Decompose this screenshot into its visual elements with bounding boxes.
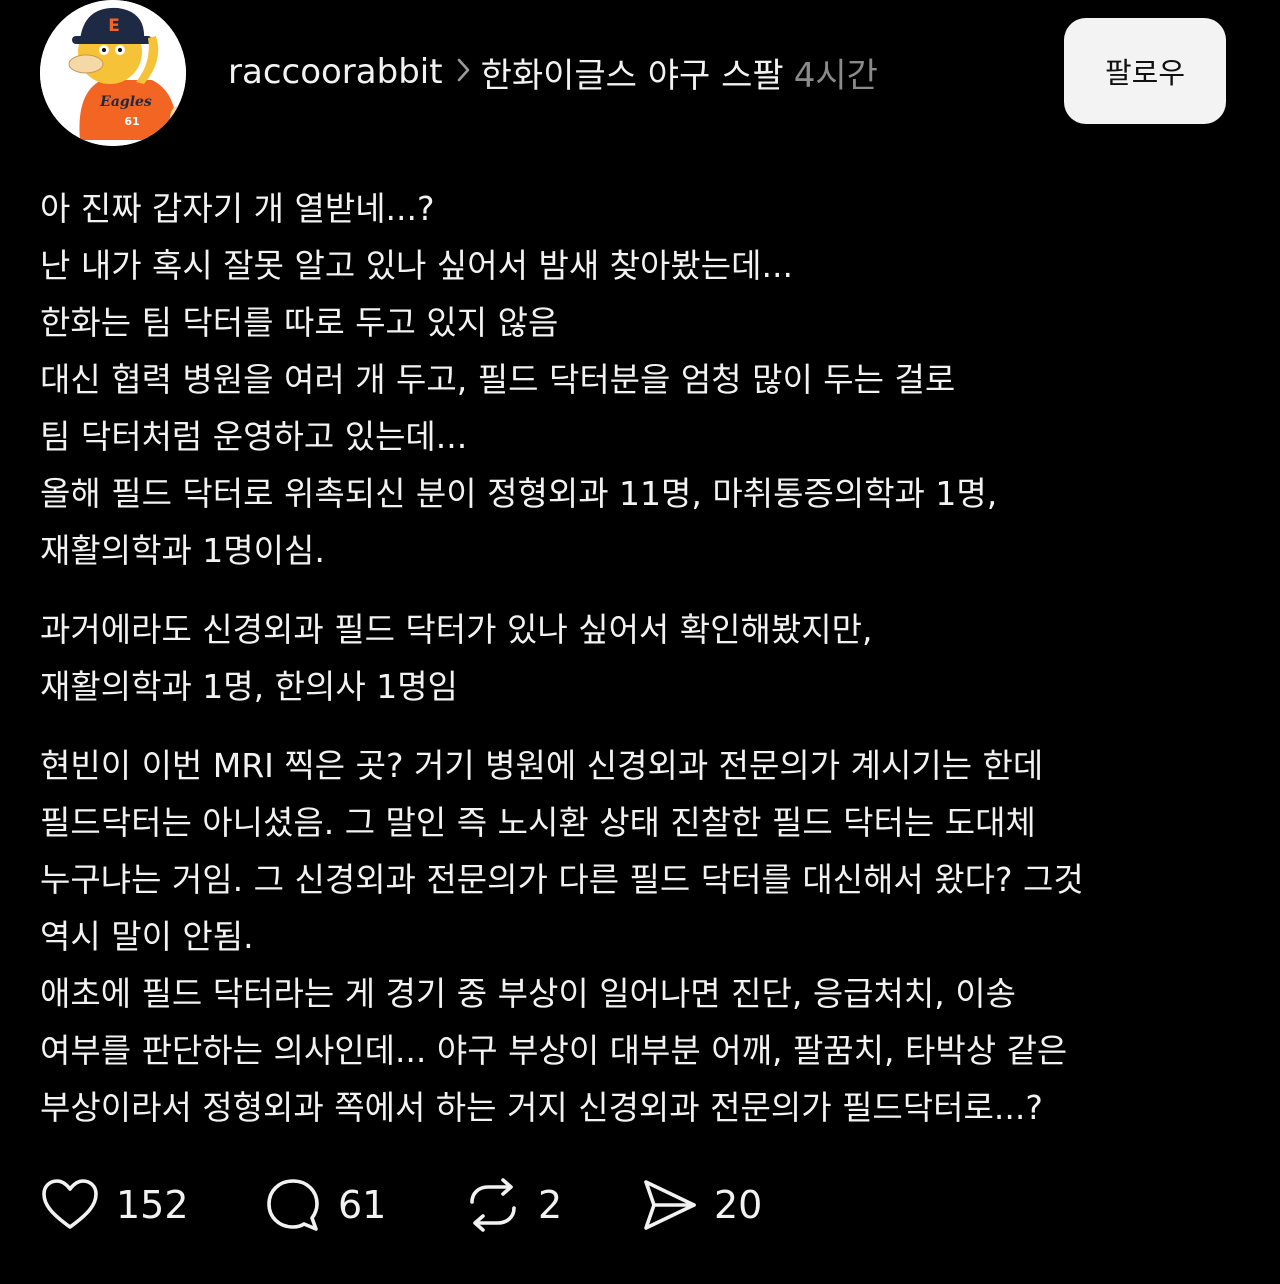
avatar[interactable]: E Eagles 61 — [40, 0, 186, 146]
post-text-line: 한화는 팀 닥터를 따로 두고 있지 않음 — [40, 303, 559, 342]
heart-icon — [42, 1179, 98, 1229]
post-text-line: 대신 협력 병원을 여러 개 두고, 필드 닥터분을 엄청 많이 두는 걸로 — [40, 360, 956, 399]
post-text-line: 필드닥터는 아니셨음. 그 말인 즉 노시환 상태 진찰한 필드 닥터는 도대체 — [40, 803, 1036, 842]
post-meta: raccoorabbit 한화이글스 야구 스팔 4시간 — [228, 48, 878, 97]
comment-icon — [267, 1179, 319, 1231]
post-text-line: 올해 필드 닥터로 위촉되신 분이 정형외과 11명, 마취통증의학과 1명, — [40, 474, 998, 513]
post-paragraph: 현빈이 이번 MRI 찍은 곳? 거기 병원에 신경외과 전문의가 계시기는 한… — [40, 737, 1240, 1136]
post-text-line: 재활의학과 1명이심. — [40, 531, 325, 570]
action-bar: 152 61 2 20 — [40, 1172, 762, 1238]
post-header: E Eagles 61 raccoorabbit 한화이글스 야구 스팔 4시간… — [40, 0, 1240, 146]
post-paragraph: 아 진짜 갑자기 개 열받네...? 난 내가 혹시 잘못 알고 있나 싶어서 … — [40, 180, 1240, 579]
repost-button[interactable]: 2 — [464, 1176, 640, 1234]
post-text-line: 난 내가 혹시 잘못 알고 있나 싶어서 밤새 찾아봤는데... — [40, 246, 793, 285]
chevron-right-icon — [457, 55, 471, 90]
avatar-jersey-text: Eagles — [99, 94, 152, 110]
post-text-line: 애초에 필드 닥터라는 게 경기 중 부상이 일어나면 진단, 응급처치, 이송 — [40, 974, 1016, 1013]
post-text-line: 부상이라서 정형외과 쪽에서 하는 거지 신경외과 전문의가 필드닥터로...? — [40, 1088, 1043, 1127]
post-body: 아 진짜 갑자기 개 열받네...? 난 내가 혹시 잘못 알고 있나 싶어서 … — [40, 180, 1240, 1158]
like-button[interactable]: 152 — [40, 1177, 264, 1233]
post-text-line: 누구냐는 거임. 그 신경외과 전문의가 다른 필드 닥터를 대신해서 왔다? … — [40, 860, 1084, 899]
avatar-jersey-number: 61 — [124, 115, 139, 128]
like-count: 152 — [116, 1183, 189, 1227]
post-time: 4시간 — [793, 55, 878, 96]
repost-count: 2 — [538, 1183, 563, 1227]
username-link[interactable]: raccoorabbit — [228, 52, 443, 92]
post-text-line: 팀 닥터처럼 운영하고 있는데... — [40, 417, 468, 456]
avatar-cap-letter: E — [108, 16, 120, 36]
comment-count: 61 — [338, 1183, 387, 1227]
post-text-line: 과거에라도 신경외과 필드 닥터가 있나 싶어서 확인해봤지만, — [40, 610, 873, 649]
follow-button[interactable]: 팔로우 — [1064, 18, 1226, 124]
share-button[interactable]: 20 — [640, 1176, 762, 1234]
post-text-line: 역시 말이 안됨. — [40, 917, 254, 956]
topic-link[interactable]: 한화이글스 야구 스팔 — [481, 48, 784, 97]
post-text-line: 아 진짜 갑자기 개 열받네...? — [40, 189, 435, 228]
post-text-line: 여부를 판단하는 의사인데... 야구 부상이 대부분 어깨, 팔꿈치, 타박상… — [40, 1031, 1068, 1070]
post-paragraph: 과거에라도 신경외과 필드 닥터가 있나 싶어서 확인해봤지만, 재활의학과 1… — [40, 601, 1240, 715]
repost-icon — [470, 1178, 516, 1232]
share-icon — [644, 1180, 696, 1230]
share-count: 20 — [714, 1183, 763, 1227]
comment-button[interactable]: 61 — [264, 1176, 464, 1234]
post-text-line: 재활의학과 1명, 한의사 1명임 — [40, 667, 458, 706]
post-text-line: 현빈이 이번 MRI 찍은 곳? 거기 병원에 신경외과 전문의가 계시기는 한… — [40, 746, 1044, 785]
avatar-image: E Eagles 61 — [40, 0, 186, 146]
